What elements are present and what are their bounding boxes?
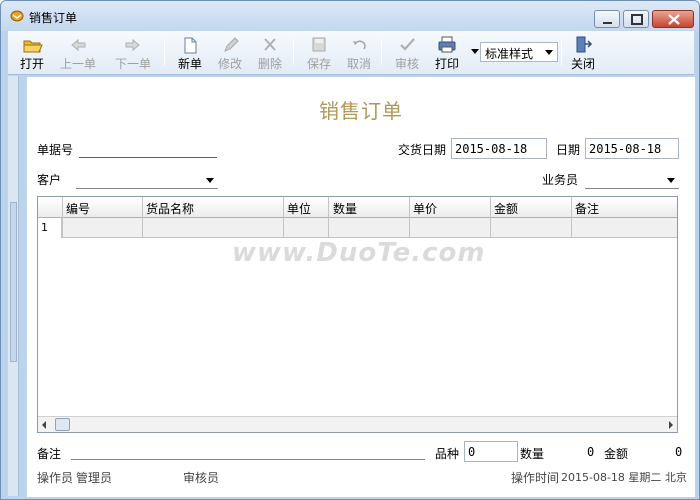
watermark: www.DuoTe.com	[232, 238, 486, 268]
pencil-icon	[224, 37, 239, 52]
close-icon	[668, 14, 680, 25]
checkmark-icon	[400, 38, 415, 51]
scroll-thumb[interactable]	[55, 418, 70, 431]
date-input[interactable]: 2015-08-18	[585, 138, 679, 159]
arrow-right-icon	[125, 38, 140, 52]
scroll-right-icon[interactable]	[669, 421, 673, 429]
operation-time-value: 2015-08-18 星期二 北京	[561, 471, 687, 484]
exit-door-icon	[576, 36, 593, 53]
operator-value: 管理员	[76, 471, 113, 485]
horizontal-scrollbar[interactable]	[38, 416, 677, 432]
column-header-product-name[interactable]: 货品名称	[146, 200, 194, 217]
toolbar: 打开 上一单 下一单 新单 修改 删除 保存 取消 审核 打印 标准样式 关闭	[8, 31, 694, 75]
column-divider	[283, 197, 284, 238]
window-title: 销售订单	[29, 11, 78, 25]
collapse-handle[interactable]	[10, 202, 17, 362]
amount-field: 0	[632, 441, 686, 462]
quantity-label: 数量	[520, 447, 545, 461]
column-divider	[490, 197, 491, 238]
column-header-unit[interactable]: 单位	[287, 200, 311, 217]
salesman-label: 业务员	[542, 173, 579, 187]
doc-no-label: 单据号	[37, 143, 74, 157]
column-header-unit-price[interactable]: 单价	[413, 200, 437, 217]
column-divider	[409, 197, 410, 238]
operation-time-label: 操作时间	[511, 471, 560, 485]
customer-select[interactable]	[76, 171, 218, 189]
open-button[interactable]: 打开	[10, 33, 54, 73]
column-divider	[571, 197, 572, 238]
chevron-down-icon	[667, 178, 675, 183]
column-header-code[interactable]: 编号	[66, 200, 90, 217]
doc-no-input[interactable]	[79, 140, 217, 158]
table-row[interactable]: 1	[38, 218, 677, 238]
print-dropdown-arrow[interactable]	[471, 49, 479, 54]
toolbar-separator	[381, 39, 382, 65]
sales-order-window: 销售订单 打开 上一单 下一单 新单 修改 删除 保存 取消 审核 打印 标准样…	[0, 0, 700, 500]
arrow-left-icon	[71, 38, 86, 52]
cancel-button[interactable]: 取消	[337, 33, 381, 73]
column-header-amount[interactable]: 金额	[494, 200, 518, 217]
customer-label: 客户	[37, 173, 62, 187]
delete-button[interactable]: 删除	[248, 33, 292, 73]
new-document-icon	[184, 37, 197, 54]
salesman-select[interactable]	[585, 171, 679, 189]
save-disk-icon	[312, 37, 326, 52]
column-divider	[142, 197, 143, 238]
date-label: 日期	[556, 143, 581, 157]
order-form: 销售订单 单据号 交货日期 2015-08-18 日期 2015-08-18 客…	[27, 77, 695, 497]
column-divider	[328, 197, 329, 238]
previous-button[interactable]: 上一单	[56, 33, 100, 73]
title-bar: 销售订单	[1, 1, 699, 31]
chevron-down-icon	[206, 178, 214, 183]
print-style-select[interactable]: 标准样式	[480, 42, 558, 62]
delete-x-icon	[264, 38, 276, 51]
print-button[interactable]: 打印	[425, 33, 469, 73]
column-header-remark[interactable]: 备注	[575, 200, 599, 217]
close-button[interactable]: 关闭	[561, 33, 605, 73]
side-collapse-strip[interactable]	[8, 76, 19, 496]
chevron-down-icon	[545, 50, 553, 55]
next-button[interactable]: 下一单	[111, 33, 155, 73]
folder-open-icon	[23, 40, 43, 53]
delivery-date-label: 交货日期	[398, 143, 447, 157]
note-input[interactable]	[71, 459, 425, 460]
delivery-date-input[interactable]: 2015-08-18	[451, 138, 547, 159]
variety-field: 0	[464, 441, 518, 462]
column-divider	[62, 197, 63, 238]
audit-button[interactable]: 审核	[385, 33, 429, 73]
amount-label: 金额	[604, 447, 629, 461]
minimize-button[interactable]	[594, 10, 620, 28]
note-label: 备注	[37, 447, 62, 461]
close-window-button[interactable]	[652, 10, 694, 28]
save-button[interactable]: 保存	[297, 33, 341, 73]
operator-label: 操作员	[37, 471, 74, 485]
toolbar-separator	[164, 39, 165, 65]
maximize-button[interactable]	[623, 10, 649, 28]
maximize-icon	[631, 14, 643, 25]
grid-header: 编号 货品名称 单位 数量 单价 金额 备注	[38, 197, 677, 218]
toolbar-separator	[293, 39, 294, 65]
minimize-icon	[603, 22, 612, 24]
variety-label: 品种	[435, 447, 460, 461]
row-number-cell: 1	[38, 218, 62, 238]
column-header-quantity[interactable]: 数量	[333, 200, 357, 217]
form-title: 销售订单	[319, 99, 403, 123]
edit-button[interactable]: 修改	[208, 33, 252, 73]
scroll-left-icon[interactable]	[42, 421, 46, 429]
auditor-label: 审核员	[183, 471, 220, 485]
quantity-field: 0	[548, 441, 598, 462]
undo-icon	[353, 40, 366, 50]
new-order-button[interactable]: 新单	[168, 33, 212, 73]
order-items-grid: 编号 货品名称 单位 数量 单价 金额 备注 1	[37, 196, 678, 433]
printer-icon	[438, 36, 456, 53]
app-icon	[10, 10, 24, 22]
